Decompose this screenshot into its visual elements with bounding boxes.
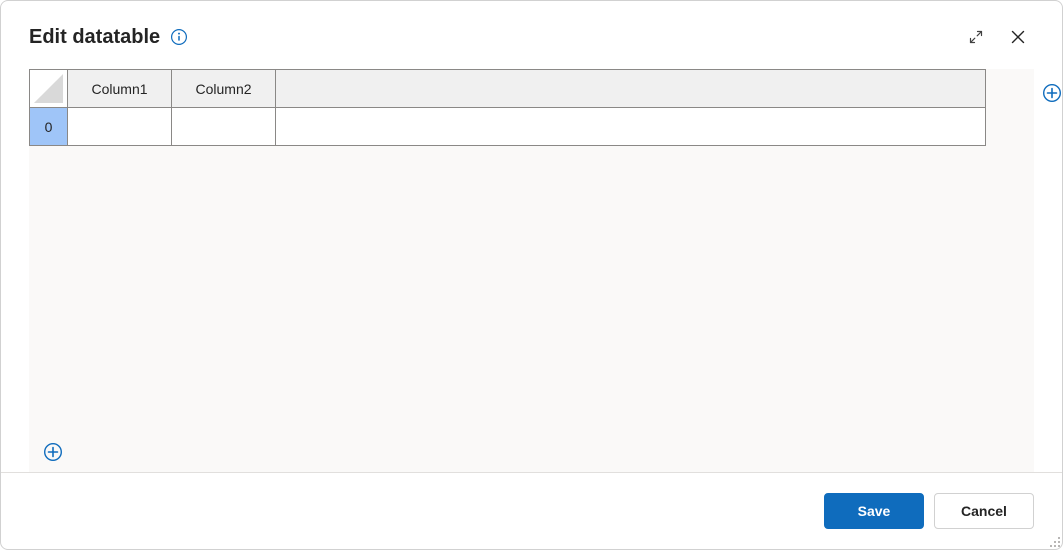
data-cell[interactable] — [172, 108, 276, 146]
row-index-header[interactable]: 0 — [30, 108, 68, 146]
column-header[interactable]: Column2 — [172, 70, 276, 108]
edit-datatable-dialog: Edit datatable — [0, 0, 1063, 550]
add-row-icon[interactable] — [43, 442, 63, 462]
info-icon[interactable] — [170, 28, 188, 46]
expand-icon[interactable] — [960, 21, 992, 53]
dialog-header: Edit datatable — [1, 1, 1062, 61]
data-cell[interactable] — [68, 108, 172, 146]
close-icon[interactable] — [1002, 21, 1034, 53]
cancel-button[interactable]: Cancel — [934, 493, 1034, 529]
column-header[interactable]: Column1 — [68, 70, 172, 108]
select-all-corner[interactable] — [30, 70, 68, 108]
datatable-grid-area: Column1 Column2 0 — [29, 69, 1034, 472]
table-row: 0 — [30, 108, 986, 146]
add-column-icon[interactable] — [1042, 83, 1062, 103]
column-header-empty[interactable] — [276, 70, 986, 108]
dialog-footer: Save Cancel — [1, 472, 1062, 549]
data-cell[interactable] — [276, 108, 986, 146]
dialog-title: Edit datatable — [29, 26, 160, 49]
dialog-body: Column1 Column2 0 — [1, 61, 1062, 472]
resize-grip-icon[interactable] — [1047, 534, 1061, 548]
data-table: Column1 Column2 0 — [29, 69, 986, 146]
save-button[interactable]: Save — [824, 493, 924, 529]
